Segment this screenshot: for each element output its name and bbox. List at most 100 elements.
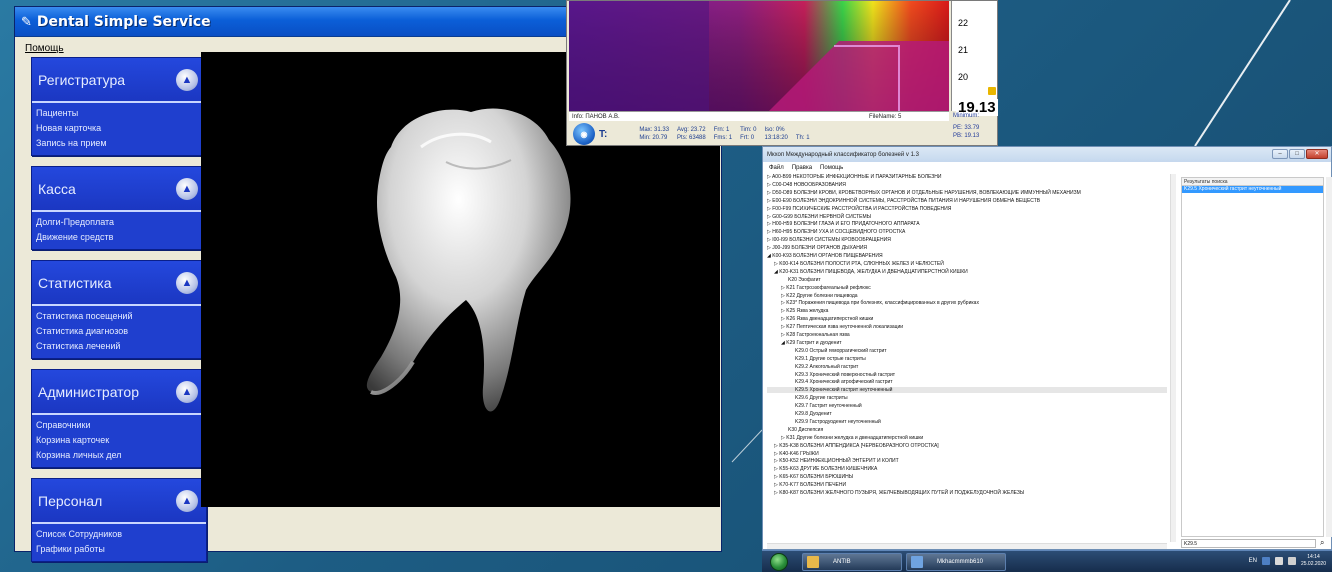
search-results-panel: Результаты поиска K29.5 Хронический гаст… bbox=[1181, 177, 1324, 537]
tree-node[interactable]: ▷ K27 Пептическая язва неуточненной лока… bbox=[767, 324, 903, 330]
menu-patients[interactable]: Пациенты bbox=[36, 106, 202, 121]
tree-node[interactable]: K29.3 Хронический поверхностный гастрит bbox=[767, 372, 895, 378]
search-icon[interactable]: ⌕ bbox=[1320, 539, 1324, 547]
menu-new-card[interactable]: Новая карточка bbox=[36, 121, 202, 136]
lock-icon[interactable] bbox=[988, 87, 996, 95]
tree-node[interactable]: ▷ K55-K63 ДРУГИЕ БОЛЕЗНИ КИШЕЧНИКА bbox=[767, 466, 877, 472]
info-label: Info: ПАНОВ А.В. bbox=[572, 113, 620, 120]
maximize-icon[interactable]: □ bbox=[1289, 149, 1305, 159]
tree-node[interactable]: ▷ K00-K14 БОЛЕЗНИ ПОЛОСТИ РТА, СЛЮННЫХ Ж… bbox=[767, 261, 944, 267]
collapse-icon[interactable]: ▲ bbox=[176, 177, 198, 200]
tree-node[interactable]: ▷ H60-H95 БОЛЕЗНИ УХА И СОСЦЕВИДНОГО ОТР… bbox=[767, 229, 905, 235]
tree-node[interactable]: ▷ K28 Гастроеюнальная язва bbox=[767, 332, 850, 338]
menu-help[interactable]: Помощь bbox=[820, 165, 843, 171]
tree-node[interactable]: ◢ K29 Гастрит и дуоденит bbox=[767, 340, 842, 346]
start-button[interactable] bbox=[770, 553, 788, 571]
tree-node[interactable]: ▷ K21 Гастроэзофагеальный рефлюкс bbox=[767, 285, 871, 291]
tree-node[interactable]: ▷ K50-K52 НЕИНФЕКЦИОННЫЙ ЭНТЕРИТ И КОЛИТ bbox=[767, 458, 899, 464]
tree-node[interactable]: ▷ K35-K38 БОЛЕЗНИ АППЕНДИКСА [ЧЕРВЕОБРАЗ… bbox=[767, 443, 939, 449]
panel-header[interactable]: Регистратура ▲ bbox=[32, 58, 206, 103]
menu-diagnosis-stats[interactable]: Статистика диагнозов bbox=[36, 324, 202, 339]
tree-node[interactable]: K29.0 Острый геморрагический гастрит bbox=[767, 348, 887, 354]
stat-iso: Iso: 0% bbox=[764, 127, 785, 133]
tree-node[interactable]: ▷ K22 Другие болезни пищевода bbox=[767, 293, 858, 299]
menu-file[interactable]: Файл bbox=[769, 165, 784, 171]
menu-edit[interactable]: Правка bbox=[792, 165, 812, 171]
panel-header[interactable]: Администратор ▲ bbox=[32, 370, 206, 415]
menu-treatment-stats[interactable]: Статистика лечений bbox=[36, 339, 202, 354]
camera-orb-icon[interactable]: ◉ bbox=[573, 123, 595, 145]
tree-node[interactable]: ▷ K23* Поражения пищевода при болезнях, … bbox=[767, 300, 979, 306]
tree-horizontal-scrollbar[interactable] bbox=[767, 543, 1167, 549]
panel-header[interactable]: Статистика ▲ bbox=[32, 261, 206, 306]
collapse-icon[interactable]: ▲ bbox=[176, 489, 198, 512]
tree-node[interactable]: K20 Эзофагит bbox=[767, 277, 821, 283]
stat-min: Min: 20.79 bbox=[639, 135, 668, 141]
clock[interactable]: 14:14 25.02.2020 bbox=[1301, 554, 1326, 568]
menu-cash-flow[interactable]: Движение средств bbox=[36, 230, 202, 245]
tree-node[interactable]: ▷ K31 Другие болезни желудка и двенадцат… bbox=[767, 435, 923, 441]
tree-node[interactable]: ▷ E00-E90 БОЛЕЗНИ ЭНДОКРИННОЙ СИСТЕМЫ, Р… bbox=[767, 198, 1040, 204]
panel-header[interactable]: Персонал ▲ bbox=[32, 479, 206, 524]
tree-node[interactable]: K30 Диспепсия bbox=[767, 427, 823, 433]
filename-label: FileName: 5 bbox=[869, 113, 902, 120]
tree-node[interactable]: ▷ I00-I99 БОЛЕЗНИ СИСТЕМЫ КРОВООБРАЩЕНИЯ bbox=[767, 237, 891, 243]
menu-appointment[interactable]: Запись на прием bbox=[36, 136, 202, 151]
tree-node[interactable]: K29.8 Дуоденит bbox=[767, 411, 832, 417]
thermal-statusbar: ◉ T: Max: 31.33 Min: 20.79 Avg: 23.72 Pts:… bbox=[569, 122, 949, 146]
collapse-icon[interactable]: ▲ bbox=[176, 68, 198, 91]
menu-help[interactable]: Помощь bbox=[25, 43, 64, 54]
tree-node[interactable]: ▷ J00-J99 БОЛЕЗНИ ОРГАНОВ ДЫХАНИЯ bbox=[767, 245, 867, 251]
tree-node[interactable]: ▷ C00-D48 НОВООБРАЗОВАНИЯ bbox=[767, 182, 846, 188]
minimize-icon[interactable]: – bbox=[1272, 149, 1288, 159]
tree-node-selected[interactable]: K29.5 Хронический гастрит неуточненный bbox=[767, 387, 1167, 394]
results-scrollbar[interactable] bbox=[1326, 177, 1332, 537]
tree-node[interactable]: ▷ G00-G99 БОЛЕЗНИ НЕРВНОЙ СИСТЕМЫ bbox=[767, 214, 871, 220]
stat-fms: Fms: 1 bbox=[713, 135, 733, 141]
flag-icon[interactable] bbox=[1274, 557, 1283, 565]
close-icon[interactable]: ✕ bbox=[1306, 149, 1328, 159]
tree-node[interactable]: K29.6 Другие гастриты bbox=[767, 395, 848, 401]
menu-visit-stats[interactable]: Статистика посещений bbox=[36, 309, 202, 324]
menu-personal-trash[interactable]: Корзина личных дел bbox=[36, 448, 202, 463]
task-label: Мkhacmmmb610 bbox=[937, 559, 984, 565]
pe-value: PE: 33.79 bbox=[953, 125, 980, 131]
tree-vertical-scrollbar[interactable] bbox=[1170, 174, 1176, 542]
result-item[interactable]: K29.5 Хронический гастрит неуточненный bbox=[1182, 186, 1323, 193]
menu-references[interactable]: Справочники bbox=[36, 418, 202, 433]
tree-node[interactable]: ▷ K25 Язва желудка bbox=[767, 308, 828, 314]
volume-icon[interactable] bbox=[1287, 557, 1296, 565]
tree-node[interactable]: ▷ H00-H59 БОЛЕЗНИ ГЛАЗА И ЕГО ПРИДАТОЧНО… bbox=[767, 221, 920, 227]
menu-debts[interactable]: Долги-Предоплата bbox=[36, 215, 202, 230]
panel-header[interactable]: Касса ▲ bbox=[32, 167, 206, 212]
collapse-icon[interactable]: ▲ bbox=[176, 380, 198, 403]
tree-node[interactable]: ▷ K70-K77 БОЛЕЗНИ ПЕЧЕНИ bbox=[767, 482, 846, 488]
tree-node[interactable]: K29.9 Гастродуоденит неуточненный bbox=[767, 419, 881, 425]
menu-schedules[interactable]: Графики работы bbox=[36, 542, 202, 557]
network-icon[interactable] bbox=[1261, 557, 1270, 565]
taskbar-task-folder[interactable]: ANTIB bbox=[802, 553, 902, 571]
tree-node[interactable]: ▷ A00-B99 НЕКОТОРЫЕ ИНФЕКЦИОННЫЕ И ПАРАЗ… bbox=[767, 174, 941, 180]
tree-node[interactable]: ▷ D50-D89 БОЛЕЗНИ КРОВИ, КРОВЕТВОРНЫХ ОР… bbox=[767, 190, 1081, 196]
tree-node[interactable]: K29.2 Алкогольный гастрит bbox=[767, 364, 858, 370]
language-indicator[interactable]: EN bbox=[1249, 558, 1257, 564]
tree-node[interactable]: ▷ K40-K46 ГРЫЖИ bbox=[767, 451, 819, 457]
tree-node[interactable]: ◢ K20-K31 БОЛЕЗНИ ПИЩЕВОДА, ЖЕЛУДКА И ДВ… bbox=[767, 269, 968, 275]
tree-node[interactable]: ▷ F00-F99 ПСИХИЧЕСКИЕ РАССТРОЙСТВА И РАС… bbox=[767, 206, 951, 212]
thermal-image[interactable] bbox=[569, 1, 949, 111]
tree-node[interactable]: ▷ K80-K87 БОЛЕЗНИ ЖЕЛЧНОГО ПУЗЫРЯ, ЖЕЛЧЕ… bbox=[767, 490, 1024, 496]
taskbar-task-app[interactable]: Мkhacmmmb610 bbox=[906, 553, 1006, 571]
search-input[interactable]: K29.5 bbox=[1181, 539, 1316, 548]
tree-node[interactable]: K29.1 Другие острые гастриты bbox=[767, 356, 866, 362]
tree-node[interactable]: ▷ K26 Язва двенадцатиперстной кишки bbox=[767, 316, 873, 322]
tree-node[interactable]: K29.4 Хронический атрофический гастрит bbox=[767, 379, 893, 385]
tree-node[interactable]: ▷ K65-K67 БОЛЕЗНИ БРЮШИНЫ bbox=[767, 474, 853, 480]
scale-tick: 20 bbox=[958, 72, 969, 82]
tree-node[interactable]: K29.7 Гастрит неуточненный bbox=[767, 403, 862, 409]
menu-staff-list[interactable]: Список Сотрудников bbox=[36, 527, 202, 542]
menu-card-trash[interactable]: Корзина карточек bbox=[36, 433, 202, 448]
panel-title: Регистратура bbox=[38, 71, 126, 88]
thermal-heatmap bbox=[569, 1, 949, 111]
tree-node[interactable]: ◢ K00-K93 БОЛЕЗНИ ОРГАНОВ ПИЩЕВАРЕНИЯ bbox=[767, 253, 883, 259]
collapse-icon[interactable]: ▲ bbox=[176, 271, 198, 294]
